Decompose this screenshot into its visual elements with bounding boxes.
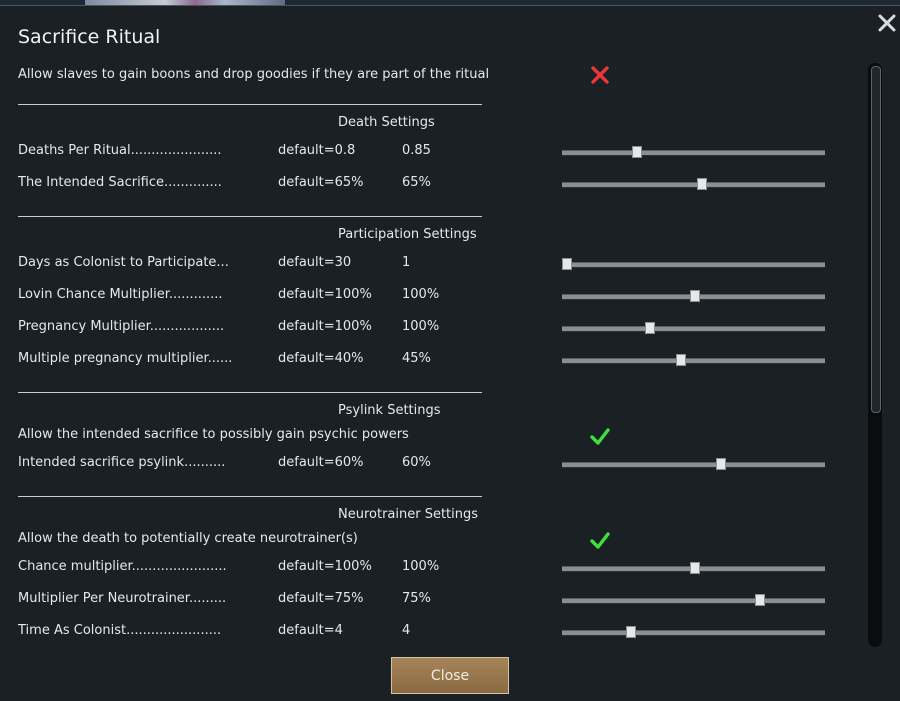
setting-default: default=100% [278,287,372,302]
close-button[interactable]: Close [391,657,509,694]
days-as-colonist-slider[interactable] [562,257,825,271]
slider-track[interactable] [562,150,825,156]
slider-track[interactable] [562,326,825,332]
setting-value: 100% [402,319,440,334]
setting-default: default=100% [278,319,372,334]
slider-handle[interactable] [715,458,726,470]
psylink-settings-header: Psylink Settings [338,403,441,418]
allow-psychic-powers-label: Allow the intended sacrifice to possibly… [18,427,409,442]
slider-track[interactable] [562,358,825,364]
setting-label: Days as Colonist to Participate... [18,255,229,270]
setting-default: default=0.8 [278,143,356,158]
setting-label: Deaths Per Ritual...................... [18,143,222,158]
setting-value: 100% [402,287,440,302]
participation-settings-header: Participation Settings [338,227,477,242]
divider [18,496,482,497]
setting-default: default=65% [278,175,364,190]
divider [18,216,482,217]
pregnancy-multiplier-slider[interactable] [562,321,825,335]
setting-default: default=40% [278,351,364,366]
slider-handle[interactable] [644,322,655,334]
settings-dialog: Sacrifice Ritual Allow slaves to gain bo… [0,5,900,701]
lovin-chance-slider[interactable] [562,289,825,303]
multiple-pregnancy-slider[interactable] [562,353,825,367]
setting-default: default=30 [278,255,352,270]
setting-value: 4 [402,623,411,638]
setting-label: The Intended Sacrifice.............. [18,175,222,190]
slider-track[interactable] [562,630,825,636]
checkmark-icon[interactable] [589,529,611,551]
death-settings-header: Death Settings [338,115,435,130]
close-icon[interactable] [876,12,898,34]
slider-handle[interactable] [631,146,642,158]
setting-value: 60% [402,455,431,470]
checkmark-icon[interactable] [589,425,611,447]
setting-label: Pregnancy Multiplier.................. [18,319,225,334]
divider [18,104,482,105]
slider-track[interactable] [562,262,825,268]
setting-value: 65% [402,175,431,190]
slider-track[interactable] [562,182,825,188]
dialog-title: Sacrifice Ritual [18,26,161,48]
slider-handle[interactable] [697,178,708,190]
slider-track[interactable] [562,598,825,604]
slider-handle[interactable] [676,354,687,366]
setting-value: 0.85 [402,143,431,158]
setting-label: Lovin Chance Multiplier............. [18,287,223,302]
setting-label: Multiple pregnancy multiplier...... [18,351,233,366]
slider-handle[interactable] [626,626,637,638]
allow-neurotrainer-label: Allow the death to potentially create ne… [18,531,358,546]
setting-default: default=60% [278,455,364,470]
setting-default: default=4 [278,623,343,638]
cross-icon[interactable] [589,64,611,86]
neurotrainer-settings-header: Neurotrainer Settings [338,507,479,522]
setting-value: 45% [402,351,431,366]
setting-label: Chance multiplier....................... [18,559,227,574]
setting-default: default=75% [278,591,364,606]
multiplier-per-neurotrainer-slider[interactable] [562,593,825,607]
slider-handle[interactable] [755,594,766,606]
divider [18,392,482,393]
deaths-per-ritual-slider[interactable] [562,145,825,159]
setting-value: 75% [402,591,431,606]
slider-handle[interactable] [689,290,700,302]
time-as-colonist-slider[interactable] [562,625,825,639]
chance-multiplier-slider[interactable] [562,561,825,575]
setting-label: Time As Colonist....................... [18,623,222,638]
scrollbar-thumb[interactable] [871,66,881,413]
slider-handle[interactable] [562,258,572,270]
slider-handle[interactable] [689,562,700,574]
allow-slaves-label: Allow slaves to gain boons and drop good… [18,67,490,82]
slider-track[interactable] [562,462,825,468]
intended-sacrifice-slider[interactable] [562,177,825,191]
setting-default: default=100% [278,559,372,574]
setting-label: Multiplier Per Neurotrainer......... [18,591,227,606]
sacrifice-psylink-slider[interactable] [562,457,825,471]
setting-value: 100% [402,559,440,574]
setting-label: Intended sacrifice psylink.......... [18,455,226,470]
setting-value: 1 [402,255,411,270]
